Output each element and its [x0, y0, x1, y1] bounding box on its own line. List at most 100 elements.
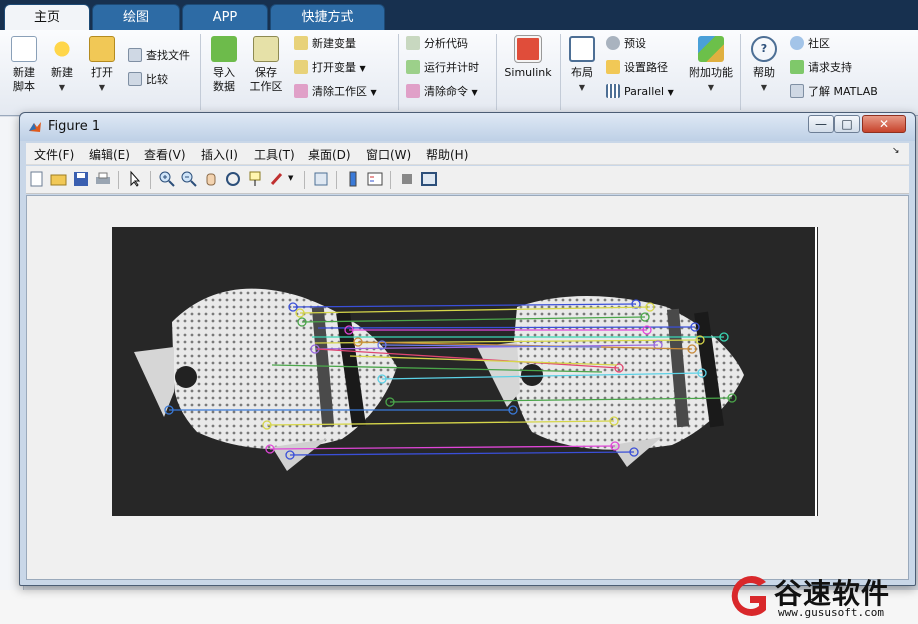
tab-plots[interactable]: 绘图 — [92, 4, 180, 30]
open-file-icon[interactable] — [50, 170, 68, 188]
parallel-icon — [606, 84, 620, 98]
chevron-down-icon[interactable]: ▼ — [288, 174, 293, 182]
brush-icon[interactable] — [268, 170, 286, 188]
zoom-in-icon[interactable] — [158, 170, 176, 188]
menu-tools[interactable]: 工具(T) — [254, 146, 295, 163]
open-variable-label: 打开变量 — [312, 61, 356, 74]
import-data-button[interactable]: 导入 数据 — [202, 36, 246, 94]
tab-shortcuts[interactable]: 快捷方式 — [270, 4, 385, 30]
clear-workspace-button[interactable]: 清除工作区 ▼ — [294, 82, 377, 102]
open-variable-button[interactable]: 打开变量 ▼ — [294, 58, 366, 78]
addons-icon — [698, 36, 724, 62]
community-button[interactable]: 社区 — [790, 34, 830, 54]
dock-arrow-icon[interactable]: ↘ — [892, 146, 900, 156]
help-button[interactable]: ? 帮助 ▼ — [742, 36, 786, 95]
analyze-code-label: 分析代码 — [424, 37, 468, 50]
find-files-button[interactable]: 查找文件 — [128, 46, 190, 66]
open-label: 打开 — [91, 66, 113, 79]
figure-menubar: 文件(F) 编辑(E) 查看(V) 插入(I) 工具(T) 桌面(D) 窗口(W… — [26, 143, 909, 165]
new-button[interactable]: 新建 ▼ — [40, 36, 84, 95]
gusu-watermark: 谷速软件 www.gususoft.com — [722, 566, 918, 624]
new-script-icon — [11, 36, 37, 62]
print-icon[interactable] — [94, 170, 112, 188]
set-path-label: 设置路径 — [624, 61, 668, 74]
matlab-logo-icon — [29, 122, 41, 132]
rotate-3d-icon[interactable] — [224, 170, 242, 188]
plus-icon — [49, 36, 75, 62]
compare-button[interactable]: 比较 — [128, 70, 168, 90]
chevron-down-icon: ▼ — [760, 83, 768, 92]
compare-label: 比较 — [146, 73, 168, 86]
menu-insert[interactable]: 插入(I) — [201, 146, 238, 163]
open-button[interactable]: 打开 ▼ — [80, 36, 124, 95]
layout-icon — [569, 36, 595, 62]
new-variable-button[interactable]: 新建变量 — [294, 34, 356, 54]
addons-button[interactable]: 附加功能 ▼ — [686, 36, 736, 95]
hide-plot-tools-icon[interactable] — [398, 170, 416, 188]
tab-apps[interactable]: APP — [182, 4, 268, 30]
simulink-button[interactable]: Simulink — [500, 35, 556, 80]
new-variable-label: 新建变量 — [312, 37, 356, 50]
run-and-time-button[interactable]: 运行并计时 — [406, 58, 479, 78]
close-button[interactable]: ✕ — [862, 115, 906, 133]
zoom-out-icon[interactable] — [180, 170, 198, 188]
legend-icon[interactable] — [366, 170, 384, 188]
layout-label: 布局 — [571, 66, 593, 79]
clear-workspace-label: 清除工作区 — [312, 85, 367, 98]
figure-toolbar: ▼ — [26, 166, 909, 194]
folder-icon — [89, 36, 115, 62]
ribbon-toolbar: 新建 脚本 新建 ▼ 打开 ▼ 查找文件 比较 导入 数据 保存 工作区 新建变量 … — [0, 30, 918, 116]
chevron-down-icon: ▼ — [98, 83, 106, 92]
analyze-code-button[interactable]: 分析代码 — [406, 34, 468, 54]
help-label: 帮助 — [753, 66, 775, 79]
import-icon — [211, 36, 237, 62]
chevron-down-icon: ▼ — [578, 83, 586, 92]
main-tab-strip: 主页 绘图 APP 快捷方式 — [0, 0, 918, 30]
menu-desktop[interactable]: 桌面(D) — [308, 146, 351, 163]
simulink-label: Simulink — [504, 66, 552, 79]
simulink-icon — [514, 35, 542, 63]
feature-match-plot — [112, 227, 818, 516]
minimize-button[interactable]: — — [808, 115, 834, 133]
layout-button[interactable]: 布局 ▼ — [560, 36, 604, 95]
colorbar-icon[interactable] — [344, 170, 362, 188]
community-label: 社区 — [808, 37, 830, 50]
save-icon[interactable] — [72, 170, 90, 188]
open-variable-icon — [294, 60, 308, 74]
request-support-button[interactable]: 请求支持 — [790, 58, 852, 78]
chevron-down-icon: ▼ — [667, 88, 674, 97]
pointer-icon[interactable] — [126, 170, 144, 188]
save-workspace-button[interactable]: 保存 工作区 — [244, 36, 288, 94]
chevron-down-icon: ▼ — [707, 83, 715, 92]
clear-commands-button[interactable]: 清除命令 ▼ — [406, 82, 478, 102]
learn-matlab-button[interactable]: 了解 MATLAB — [790, 82, 878, 102]
chevron-down-icon: ▼ — [58, 83, 66, 92]
link-plot-icon[interactable] — [312, 170, 330, 188]
set-path-button[interactable]: 设置路径 — [606, 58, 668, 78]
learn-matlab-label: 了解 MATLAB — [808, 85, 878, 98]
support-icon — [790, 60, 804, 74]
menu-view[interactable]: 查看(V) — [144, 146, 186, 163]
set-path-icon — [606, 60, 620, 74]
parallel-button[interactable]: Parallel ▼ — [606, 82, 674, 102]
menu-window[interactable]: 窗口(W) — [366, 146, 411, 163]
maximize-button[interactable]: □ — [834, 115, 860, 133]
clear-commands-label: 清除命令 — [424, 85, 468, 98]
new-script-label: 新建 脚本 — [13, 66, 35, 93]
figure-title: Figure 1 — [48, 119, 101, 134]
preferences-button[interactable]: 预设 — [606, 34, 646, 54]
new-figure-icon[interactable] — [28, 170, 46, 188]
show-plot-tools-icon[interactable] — [420, 170, 438, 188]
clear-commands-icon — [406, 84, 420, 98]
data-cursor-icon[interactable] — [246, 170, 264, 188]
tab-home[interactable]: 主页 — [4, 4, 90, 30]
analyze-code-icon — [406, 36, 420, 50]
menu-help[interactable]: 帮助(H) — [426, 146, 468, 163]
menu-file[interactable]: 文件(F) — [34, 146, 74, 163]
parallel-label: Parallel — [624, 85, 665, 98]
menu-edit[interactable]: 编辑(E) — [89, 146, 130, 163]
pan-hand-icon[interactable] — [202, 170, 220, 188]
figure-titlebar[interactable]: Figure 1 — □ ✕ — [20, 113, 915, 141]
chevron-down-icon: ▼ — [370, 88, 377, 97]
new-variable-icon — [294, 36, 308, 50]
